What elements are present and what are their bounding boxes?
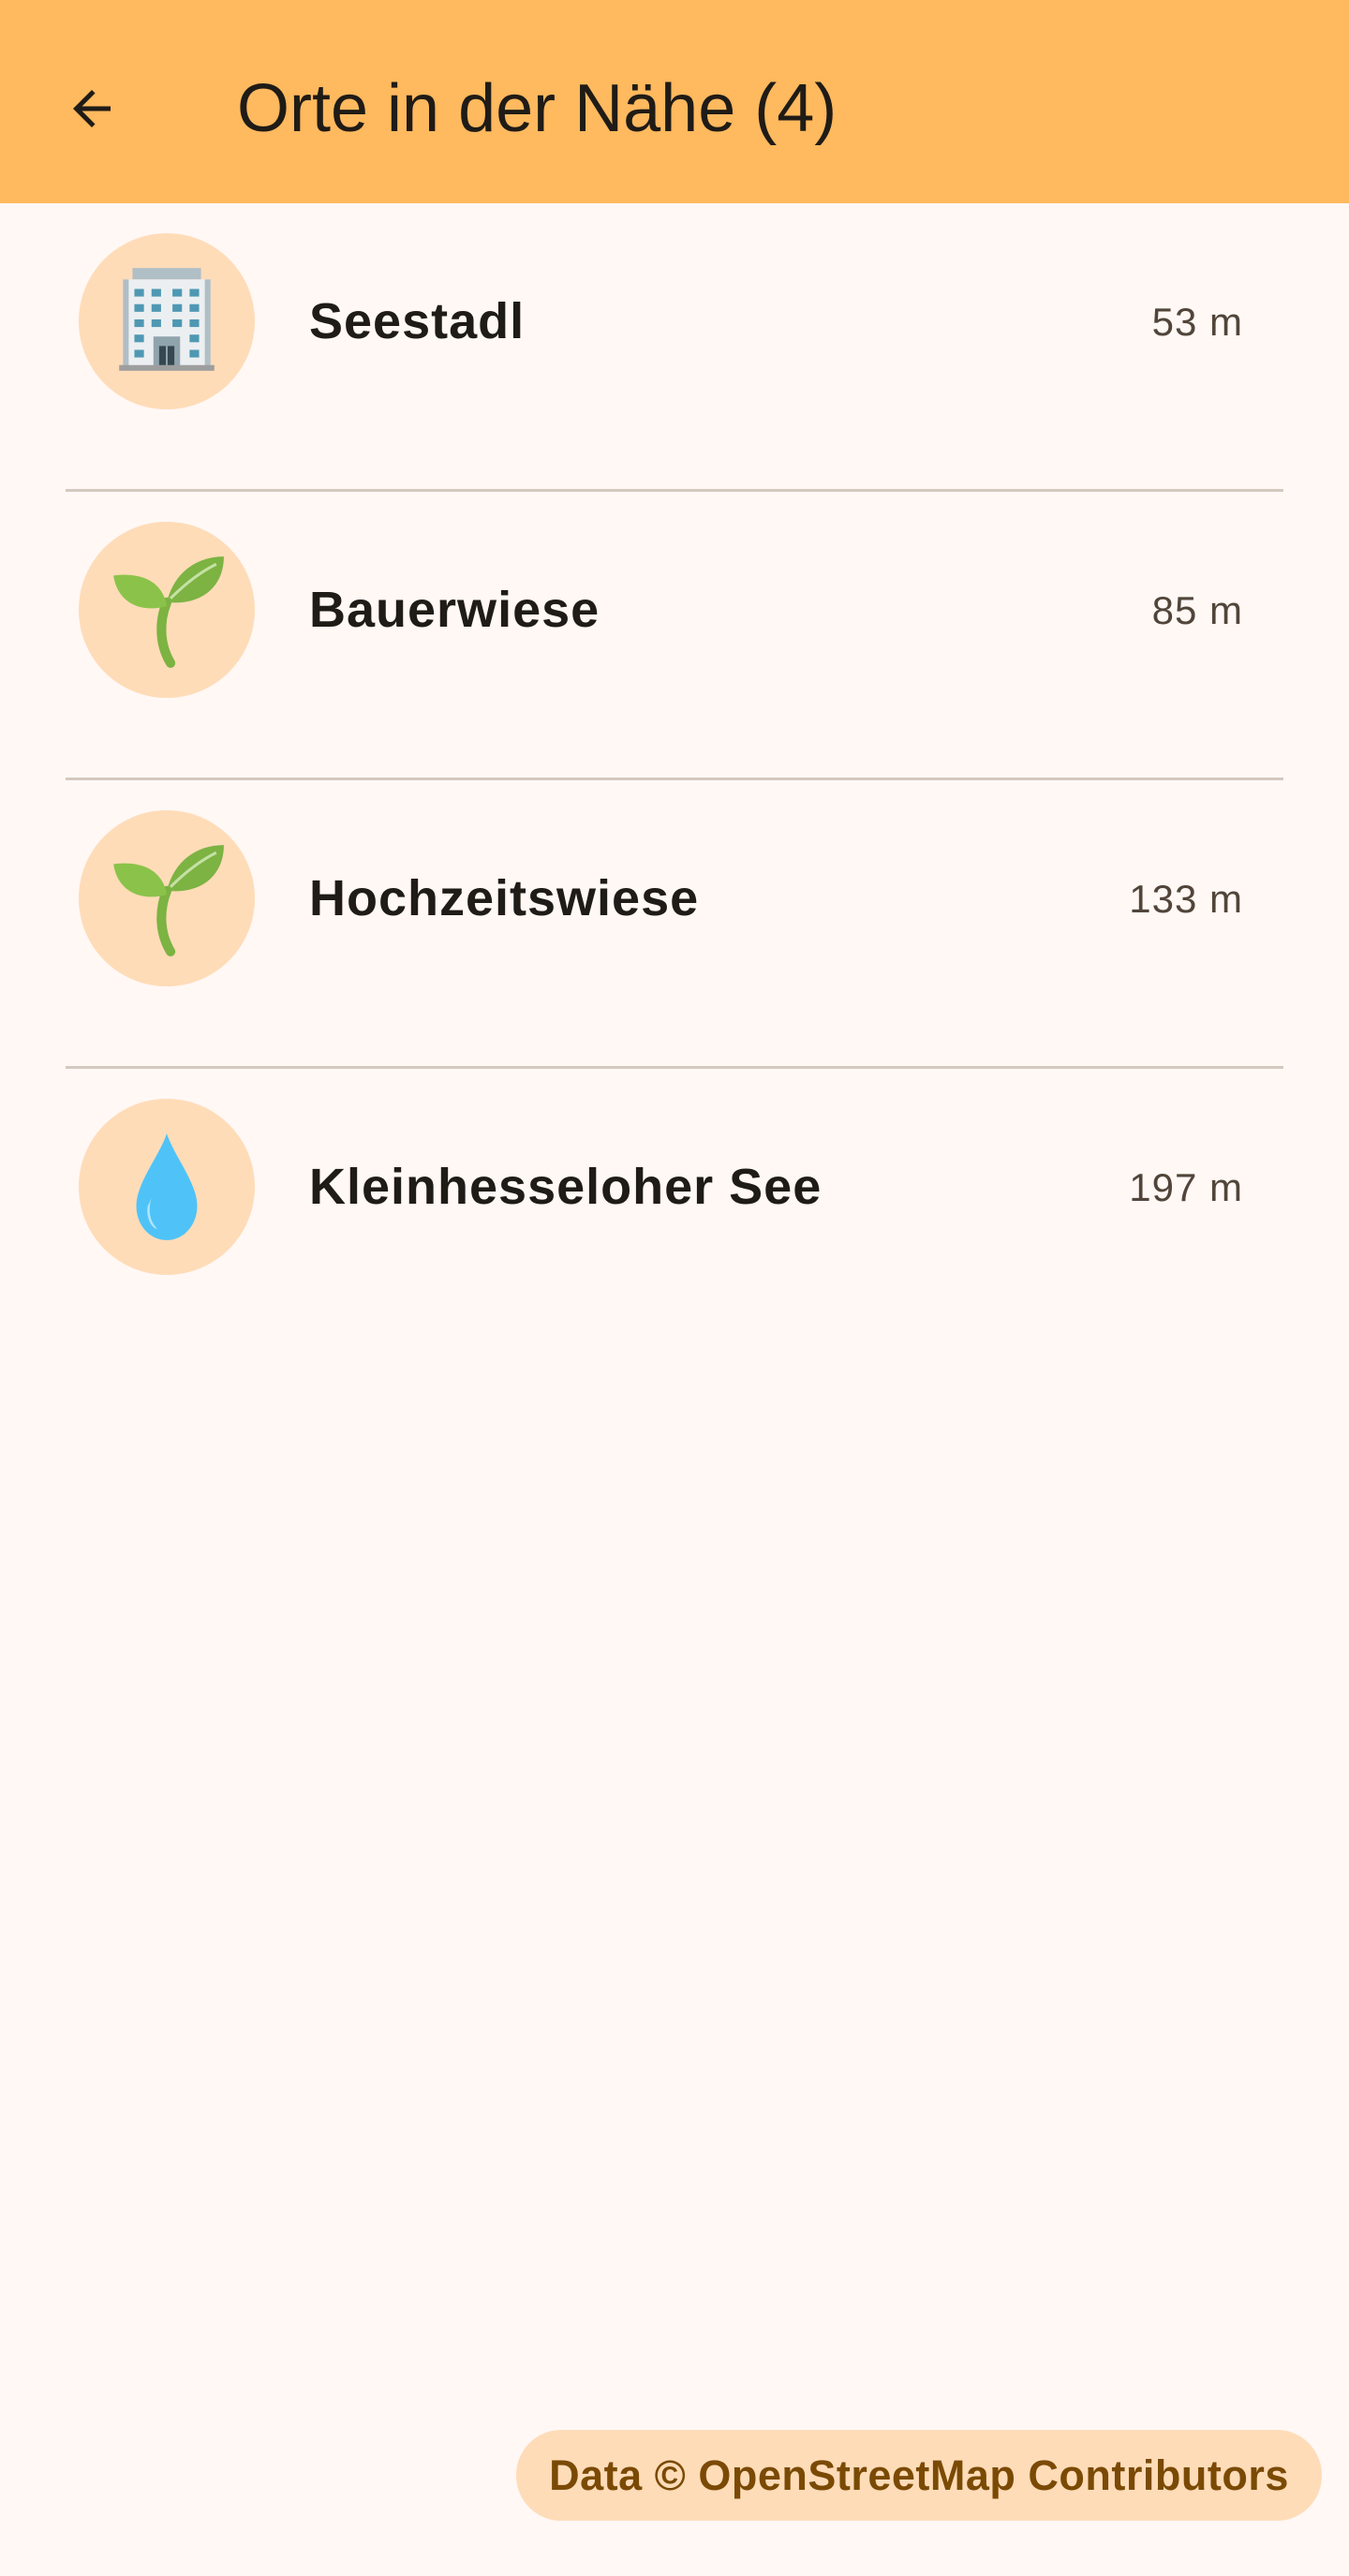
arrow-back-icon (73, 90, 111, 127)
place-avatar (79, 810, 255, 986)
app-bar: Orte in der Nähe (4) (0, 0, 1349, 203)
place-distance: 197 m (1129, 1165, 1243, 1209)
osm-attribution-chip[interactable]: Data © OpenStreetMap Contributors (516, 2430, 1322, 2521)
place-avatar (79, 1099, 255, 1275)
place-avatar (79, 522, 255, 698)
place-distance: 85 m (1151, 588, 1243, 632)
list-item[interactable]: Bauerwiese 85 m (0, 492, 1349, 780)
droplet-icon (136, 1133, 198, 1240)
seedling-icon (113, 845, 224, 956)
place-distance: 53 m (1151, 300, 1243, 344)
building-icon (119, 268, 215, 371)
places-list: Seestadl 53 m Bauerwiese 85 m Hochzeitsw (0, 203, 1349, 1357)
place-name: Bauerwiese (309, 582, 600, 638)
list-item[interactable]: Hochzeitswiese 133 m (0, 780, 1349, 1069)
seedling-icon (113, 556, 224, 668)
page-title: Orte in der Nähe (4) (237, 71, 838, 146)
place-name: Kleinhesseloher See (309, 1159, 823, 1215)
list-item[interactable]: Seestadl 53 m (0, 203, 1349, 492)
place-name: Hochzeitswiese (309, 870, 700, 926)
place-name: Seestadl (309, 293, 526, 349)
list-item[interactable]: Kleinhesseloher See 197 m (0, 1069, 1349, 1357)
back-button[interactable] (52, 69, 131, 148)
place-distance: 133 m (1129, 877, 1243, 921)
place-avatar (79, 233, 255, 409)
